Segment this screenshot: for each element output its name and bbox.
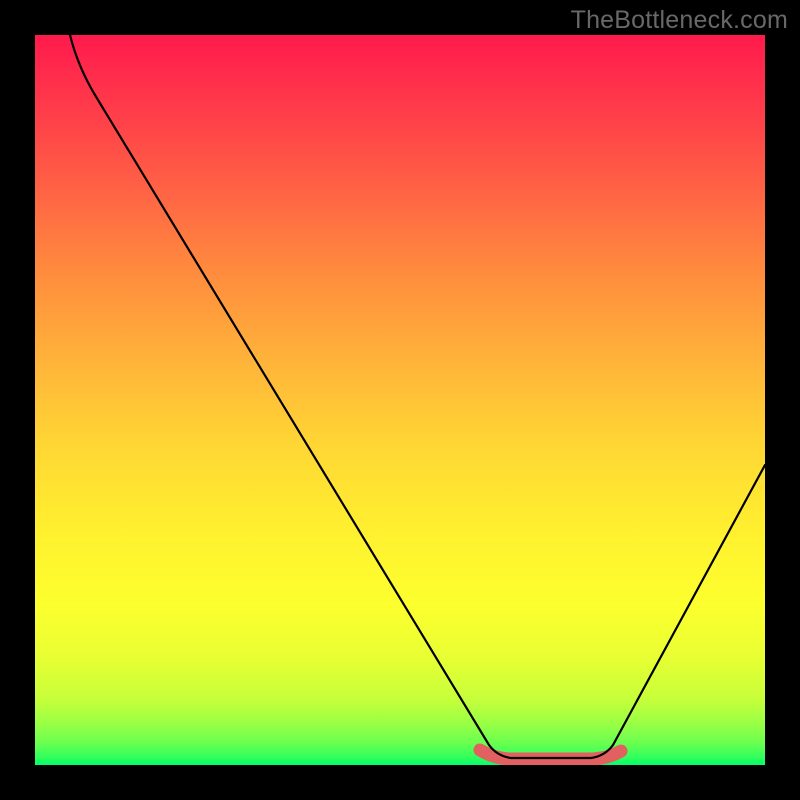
watermark-text: TheBottleneck.com (571, 6, 788, 35)
curve-layer (35, 35, 765, 765)
chart-frame: TheBottleneck.com (0, 0, 800, 800)
plot-area (35, 35, 765, 765)
bottleneck-curve (70, 35, 765, 758)
